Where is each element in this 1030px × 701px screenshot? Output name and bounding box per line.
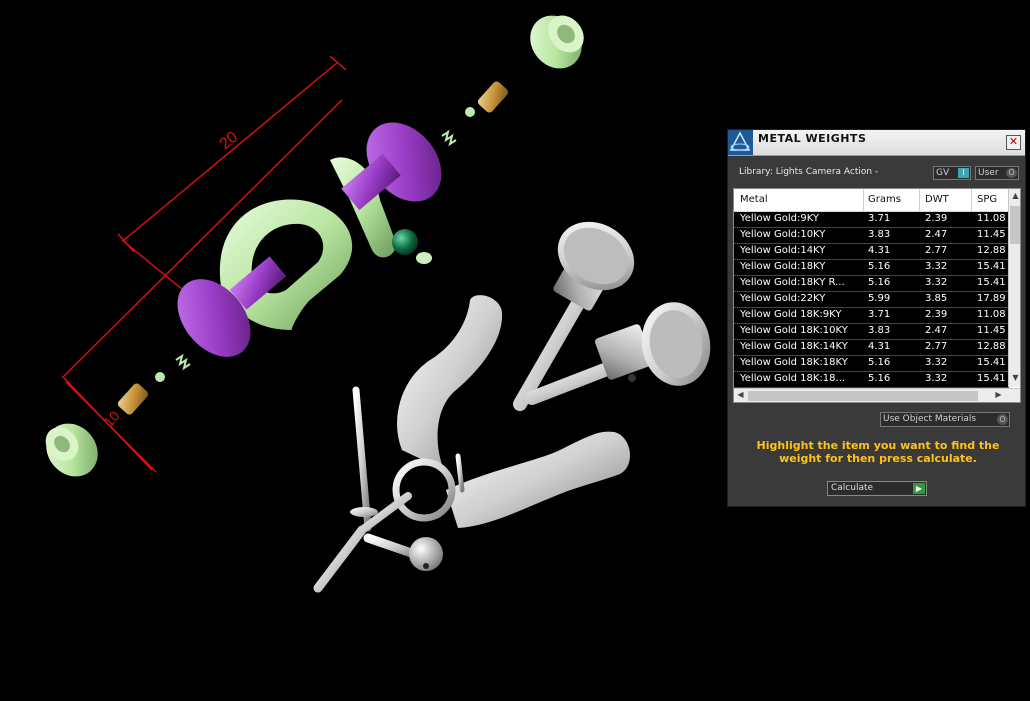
cell-dwt: 3.85 xyxy=(925,293,948,304)
silver-curved-arm-upper[interactable] xyxy=(397,295,503,470)
use-object-materials-toggle[interactable]: Use Object Materials O xyxy=(880,412,1010,427)
table-row[interactable]: Yellow Gold:10KY 3.83 2.47 11.45 xyxy=(734,228,1009,244)
table-row[interactable]: Yellow Gold:18KY 5.16 3.32 15.41 xyxy=(734,260,1009,276)
column-header-grams[interactable]: Grams xyxy=(868,194,901,205)
column-header-metal[interactable]: Metal xyxy=(740,194,768,205)
horizontal-scroll-thumb[interactable] xyxy=(748,391,978,401)
table-row[interactable]: Yellow Gold:14KY 4.31 2.77 12.88 xyxy=(734,244,1009,260)
calculate-label: Calculate xyxy=(831,483,874,493)
cell-grams: 5.99 xyxy=(868,293,891,304)
cell-grams: 3.71 xyxy=(868,213,891,224)
cell-metal: Yellow Gold 18K:14KY xyxy=(740,341,848,352)
cell-dwt: 3.32 xyxy=(925,261,948,272)
cell-grams: 5.16 xyxy=(868,373,891,384)
vertical-scroll-thumb[interactable] xyxy=(1010,206,1020,244)
bronze-tube-bottom[interactable] xyxy=(116,382,149,416)
gem-setting xyxy=(416,252,432,264)
cell-dwt: 2.39 xyxy=(925,309,948,320)
scroll-right-icon[interactable]: ▶ xyxy=(992,390,1005,399)
user-toggle-label: User xyxy=(978,168,999,178)
metal-weights-table[interactable]: Metal Grams DWT SPG Yellow Gold:9KY 3.71 2… xyxy=(733,188,1021,403)
cell-metal: Yellow Gold:22KY xyxy=(740,293,826,304)
scroll-up-icon[interactable]: ▲ xyxy=(1009,191,1020,200)
small-ball-bottom xyxy=(155,372,165,382)
cell-metal: Yellow Gold:18KY xyxy=(740,261,826,272)
cell-metal: Yellow Gold 18K:18KY xyxy=(740,357,848,368)
small-ball-top xyxy=(465,107,475,117)
dimension-20-label: 20 xyxy=(217,129,242,154)
vertical-scrollbar[interactable]: ▲ ▼ xyxy=(1008,189,1020,387)
horizontal-scrollbar[interactable]: ◀ ▶ xyxy=(734,388,1020,402)
app-logo-icon xyxy=(728,130,753,155)
table-row[interactable]: Yellow Gold 18K:18... 5.16 3.32 15.41 xyxy=(734,372,1009,388)
cell-dwt: 2.39 xyxy=(925,213,948,224)
close-icon[interactable]: ✕ xyxy=(1006,135,1021,150)
table-row[interactable]: Yellow Gold 18K:14KY 4.31 2.77 12.88 xyxy=(734,340,1009,356)
cell-dwt: 2.77 xyxy=(925,341,948,352)
spring-bottom xyxy=(175,353,191,371)
cell-grams: 5.16 xyxy=(868,261,891,272)
table-row[interactable]: Yellow Gold 18K:10KY 3.83 2.47 11.45 xyxy=(734,324,1009,340)
cell-metal: Yellow Gold 18K:9KY xyxy=(740,309,842,320)
table-row[interactable]: Yellow Gold:22KY 5.99 3.85 17.89 xyxy=(734,292,1009,308)
cell-grams: 3.83 xyxy=(868,325,891,336)
spring-top xyxy=(441,129,457,147)
cell-grams: 4.31 xyxy=(868,245,891,256)
instruction-text: Highlight the item you want to find the … xyxy=(756,439,1000,465)
panel-titlebar[interactable]: METAL WEIGHTS ✕ xyxy=(728,130,1025,156)
table-row[interactable]: Yellow Gold 18K:9KY 3.71 2.39 11.08 xyxy=(734,308,1009,324)
silver-ring[interactable] xyxy=(392,458,456,522)
cell-metal: Yellow Gold 18K:10KY xyxy=(740,325,848,336)
calculate-button[interactable]: Calculate ▶ xyxy=(827,481,927,496)
cell-metal: Yellow Gold:10KY xyxy=(740,229,826,240)
column-header-dwt[interactable]: DWT xyxy=(925,194,949,205)
silver-curved-arm-lower[interactable] xyxy=(446,431,631,528)
library-label: Library: Lights Camera Action - xyxy=(739,167,879,177)
toggle-off-icon: O xyxy=(997,414,1008,425)
ball-hole xyxy=(423,563,429,569)
cell-grams: 4.31 xyxy=(868,341,891,352)
table-body: Yellow Gold:9KY 3.71 2.39 11.08 Yellow Gold… xyxy=(734,212,1009,388)
cell-metal: Yellow Gold:18KY R... xyxy=(740,277,845,288)
panel-title: METAL WEIGHTS xyxy=(758,132,867,145)
end-cap-bottom[interactable] xyxy=(36,413,109,487)
table-row[interactable]: Yellow Gold 18K:18KY 5.16 3.32 15.41 xyxy=(734,356,1009,372)
dimension-10-label: 10 xyxy=(100,408,122,430)
cell-dwt: 3.32 xyxy=(925,277,948,288)
silver-parts[interactable] xyxy=(313,208,717,593)
emerald-gem[interactable] xyxy=(392,229,418,255)
cell-metal: Yellow Gold 18K:18... xyxy=(740,373,846,384)
scroll-down-icon[interactable]: ▼ xyxy=(1009,373,1020,382)
gv-toggle-label: GV xyxy=(936,168,950,178)
cell-dwt: 2.77 xyxy=(925,245,948,256)
table-header: Metal Grams DWT SPG xyxy=(734,189,1009,212)
use-object-materials-label: Use Object Materials xyxy=(883,414,977,424)
cell-grams: 3.71 xyxy=(868,309,891,320)
user-toggle[interactable]: User O xyxy=(975,166,1019,180)
y-pin-collar xyxy=(350,507,378,517)
cell-dwt: 3.32 xyxy=(925,373,948,384)
cell-metal: Yellow Gold:14KY xyxy=(740,245,826,256)
table-row[interactable]: Yellow Gold:18KY R... 5.16 3.32 15.41 xyxy=(734,276,1009,292)
column-header-spg[interactable]: SPG xyxy=(977,194,997,205)
cell-metal: Yellow Gold:9KY xyxy=(740,213,819,224)
scroll-left-icon[interactable]: ◀ xyxy=(734,390,747,399)
toggle-off-icon: O xyxy=(1006,168,1017,178)
end-cap-top[interactable] xyxy=(520,5,593,79)
cell-grams: 5.16 xyxy=(868,277,891,288)
metal-weights-panel: METAL WEIGHTS ✕ Library: Lights Camera A… xyxy=(727,129,1026,507)
gv-toggle[interactable]: GV I xyxy=(933,166,971,180)
cell-dwt: 2.47 xyxy=(925,229,948,240)
bronze-tube-top[interactable] xyxy=(476,80,509,114)
exploded-shackle-assembly[interactable]: 20 10 xyxy=(36,5,593,487)
table-row[interactable]: Yellow Gold:9KY 3.71 2.39 11.08 xyxy=(734,212,1009,228)
play-arrow-icon: ▶ xyxy=(913,483,925,494)
cell-dwt: 3.32 xyxy=(925,357,948,368)
cell-dwt: 2.47 xyxy=(925,325,948,336)
cell-grams: 5.16 xyxy=(868,357,891,368)
toggle-on-icon: I xyxy=(958,168,969,178)
cell-grams: 3.83 xyxy=(868,229,891,240)
